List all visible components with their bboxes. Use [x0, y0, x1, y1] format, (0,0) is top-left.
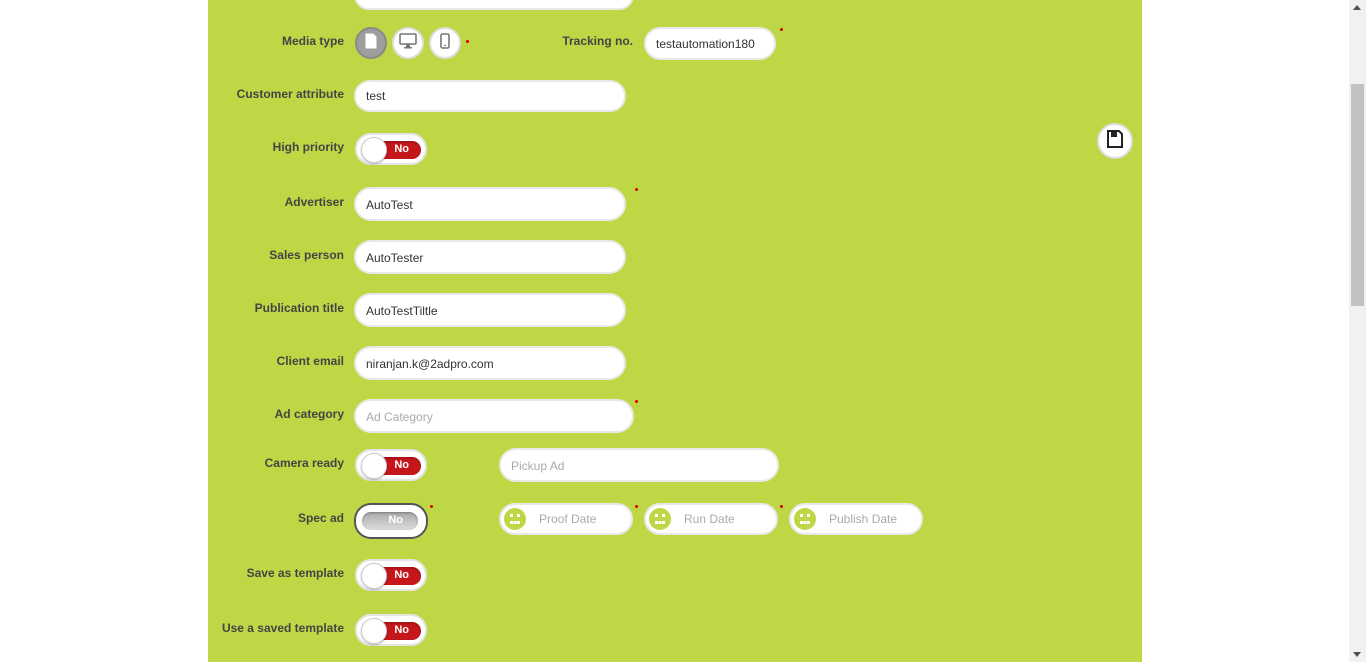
run-date-required-mark: [780, 505, 783, 508]
run-date-field[interactable]: Run Date: [644, 503, 778, 535]
advertiser-label: Advertiser: [284, 195, 344, 209]
camera-ready-toggle[interactable]: No: [355, 449, 427, 481]
client-email-input[interactable]: niranjan.k@2adpro.com: [354, 346, 626, 380]
advertiser-required-mark: [635, 188, 638, 191]
run-date-placeholder: Run Date: [684, 512, 735, 526]
pickup-ad-input[interactable]: Pickup Ad: [499, 448, 779, 482]
document-icon: [364, 33, 378, 54]
ad-category-label: Ad category: [274, 407, 344, 421]
scroll-up-arrow[interactable]: [1353, 5, 1361, 10]
use-saved-template-toggle[interactable]: No: [355, 614, 427, 646]
publication-title-label: Publication title: [254, 301, 344, 315]
publish-date-field[interactable]: Publish Date: [789, 503, 923, 535]
media-type-label: Media type: [281, 34, 344, 48]
use-saved-template-label: Use a saved template: [221, 621, 344, 635]
advertiser-input[interactable]: AutoTest: [354, 187, 626, 221]
toggle-knob: [361, 453, 387, 479]
tracking-required-mark: [780, 28, 783, 31]
save-as-template-toggle[interactable]: No: [355, 559, 427, 591]
calendar-icon[interactable]: [649, 508, 671, 530]
top-partial-field[interactable]: [354, 0, 634, 10]
save-as-template-label: Save as template: [246, 566, 344, 580]
toggle-knob: [361, 563, 387, 589]
spec-ad-label: Spec ad: [297, 511, 344, 525]
mobile-icon: [440, 32, 450, 54]
spec-ad-required-mark: [430, 505, 433, 508]
high-priority-label: High priority: [272, 140, 344, 154]
calendar-icon[interactable]: [504, 508, 526, 530]
media-web-button[interactable]: [392, 27, 424, 59]
proof-date-required-mark: [635, 505, 638, 508]
toggle-state-text: No: [394, 569, 409, 581]
proof-date-field[interactable]: Proof Date: [499, 503, 633, 535]
customer-attribute-input[interactable]: test: [354, 80, 626, 112]
publication-title-input[interactable]: AutoTestTiltle: [354, 293, 626, 327]
publish-date-placeholder: Publish Date: [829, 512, 898, 526]
sales-person-input[interactable]: AutoTester: [354, 240, 626, 274]
toggle-state-text: No: [394, 143, 409, 155]
spec-ad-toggle[interactable]: No: [354, 503, 428, 539]
ad-category-input[interactable]: Ad Category: [354, 399, 634, 433]
proof-date-placeholder: Proof Date: [539, 512, 597, 526]
toggle-knob: [361, 137, 387, 163]
monitor-icon: [399, 32, 417, 54]
camera-ready-label: Camera ready: [264, 456, 344, 470]
toggle-knob: [361, 618, 387, 644]
form-panel: [208, 0, 1142, 662]
scroll-down-arrow[interactable]: [1353, 652, 1361, 657]
toggle-state-text: No: [388, 514, 403, 526]
customer-attribute-label: Customer attribute: [236, 87, 344, 101]
tracking-number-input[interactable]: testautomation180: [644, 27, 776, 60]
media-type-required-mark: [466, 40, 469, 43]
sales-person-label: Sales person: [269, 248, 344, 262]
scrollbar-thumb[interactable]: [1351, 84, 1364, 306]
page-scrollbar[interactable]: [1349, 0, 1366, 662]
ad-category-required-mark: [635, 400, 638, 403]
save-icon: [1107, 129, 1123, 153]
client-email-label: Client email: [276, 354, 344, 368]
calendar-icon[interactable]: [794, 508, 816, 530]
toggle-state-text: No: [394, 459, 409, 471]
toggle-state-text: No: [394, 624, 409, 636]
high-priority-toggle[interactable]: No: [355, 133, 427, 165]
media-print-button[interactable]: [355, 27, 387, 59]
media-mobile-button[interactable]: [429, 27, 461, 59]
tracking-label: Tracking no.: [562, 34, 633, 48]
save-button[interactable]: [1097, 123, 1133, 159]
